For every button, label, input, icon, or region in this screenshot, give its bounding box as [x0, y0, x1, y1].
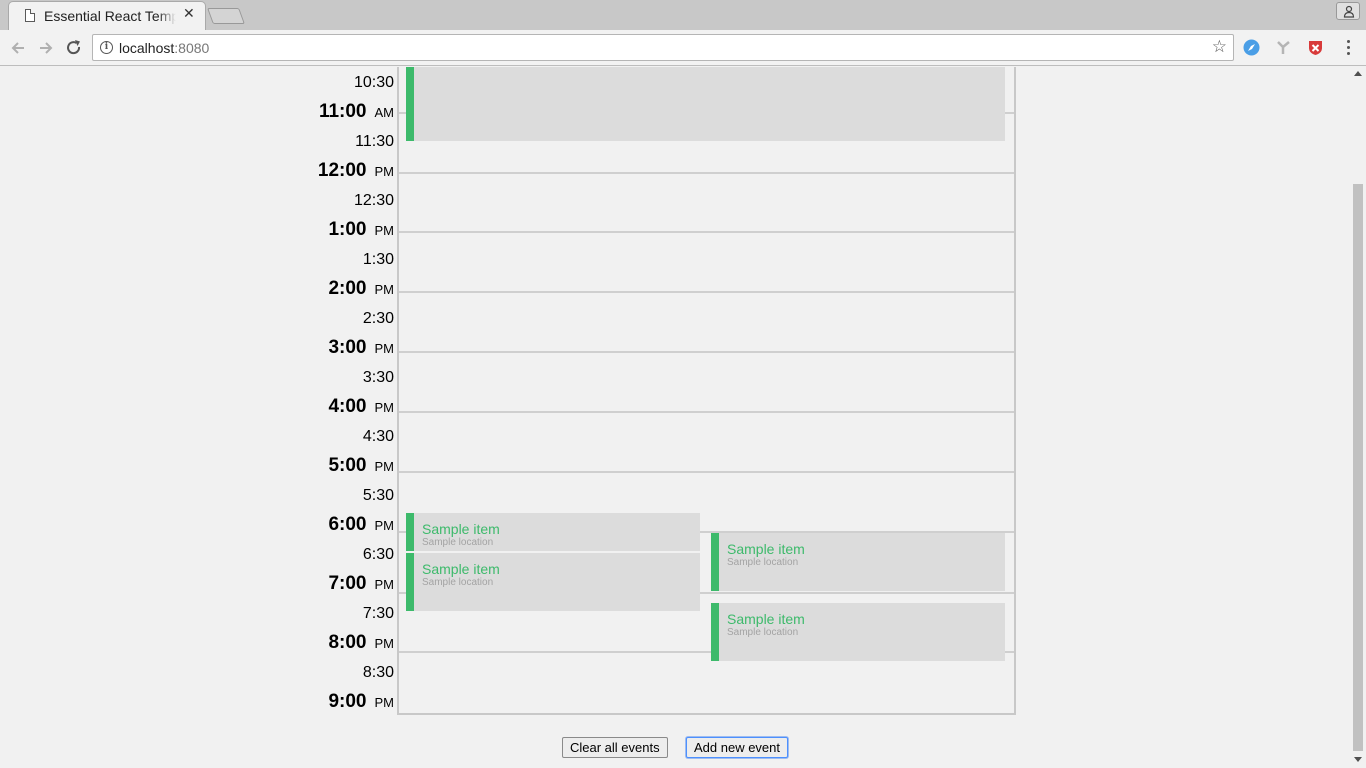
- hour-text: 4:00: [328, 395, 367, 417]
- info-icon[interactable]: i: [100, 41, 113, 54]
- hour-line: [399, 231, 1014, 233]
- tab-title: Essential React Template: [44, 8, 176, 24]
- half-hour-label: 12:30: [353, 192, 394, 209]
- hour-label: 2:00 PM: [328, 278, 394, 300]
- calendar-event[interactable]: Sample item Sample location: [406, 513, 700, 551]
- hour-label: 7:00 PM: [328, 573, 394, 595]
- period-text: PM: [374, 635, 395, 651]
- hour-line: [399, 172, 1014, 174]
- browser-menu-icon[interactable]: [1342, 39, 1354, 57]
- forward-icon[interactable]: [36, 38, 56, 58]
- time-column: 10:30 11:00 AM 11:30 12:00 PM 12:30 1:00 PM 1:30 2…: [300, 67, 396, 717]
- hour-text: 3:00: [328, 336, 367, 358]
- half-hour-label: 4:30: [362, 428, 394, 445]
- profile-button[interactable]: [1336, 2, 1360, 20]
- browser-toolbar: i localhost:8080 ☆: [0, 30, 1366, 66]
- reload-icon[interactable]: [64, 38, 84, 58]
- bookmark-star-icon[interactable]: ☆: [1212, 38, 1227, 56]
- hour-label: 8:00 PM: [328, 632, 394, 654]
- event-location: Sample location: [727, 627, 799, 638]
- calendar-event[interactable]: Sample item Sample location: [711, 603, 1005, 661]
- hour-text: 7:00: [328, 572, 367, 594]
- hour-text: 2:00: [328, 277, 367, 299]
- hour-label: 4:00 PM: [328, 396, 394, 418]
- hour-line: [399, 471, 1014, 473]
- hour-text: 1:00: [328, 218, 367, 240]
- period-text: PM: [374, 458, 395, 474]
- page-viewport: 10:30 11:00 AM 11:30 12:00 PM 12:30 1:00 PM 1:30 2…: [0, 67, 1366, 768]
- page-icon: [25, 9, 35, 22]
- half-hour-label: 2:30: [362, 310, 394, 327]
- close-tab-icon[interactable]: ✕: [183, 6, 195, 22]
- extension-tool-icon[interactable]: [1275, 39, 1292, 56]
- browser-tabstrip: Essential React Template ✕: [0, 0, 1366, 30]
- half-hour-label: 10:30: [353, 74, 394, 91]
- event-location: Sample location: [422, 537, 494, 548]
- hour-line: [399, 411, 1014, 413]
- clear-all-events-button[interactable]: Clear all events: [562, 737, 668, 758]
- hour-label: 5:00 PM: [328, 455, 394, 477]
- hour-text: 12:00: [317, 159, 367, 181]
- event-title: Sample item: [727, 611, 805, 627]
- period-text: PM: [374, 163, 395, 179]
- new-tab-button[interactable]: [207, 8, 245, 24]
- url-text: localhost:8080: [119, 40, 210, 56]
- half-hour-label: 1:30: [362, 251, 394, 268]
- event-title: Sample item: [422, 521, 500, 537]
- calendar-event[interactable]: Sample item Sample location: [406, 553, 700, 611]
- hour-text: 5:00: [328, 454, 367, 476]
- extension-compass-icon[interactable]: [1243, 39, 1260, 56]
- half-hour-label: 6:30: [362, 546, 394, 563]
- hour-text: 6:00: [328, 513, 367, 535]
- hour-line: [399, 351, 1014, 353]
- period-text: PM: [374, 694, 395, 710]
- add-new-event-button[interactable]: Add new event: [686, 737, 789, 758]
- half-hour-label: 3:30: [362, 369, 394, 386]
- vertical-scrollbar[interactable]: [1350, 67, 1366, 768]
- browser-tab[interactable]: Essential React Template ✕: [8, 1, 206, 30]
- half-hour-label: 8:30: [362, 664, 394, 681]
- event-title: Sample item: [727, 541, 805, 557]
- scroll-up-arrow-icon[interactable]: [1354, 71, 1362, 76]
- hour-label: 1:00 PM: [328, 219, 394, 241]
- half-hour-label: 11:30: [355, 133, 394, 150]
- scroll-down-arrow-icon[interactable]: [1354, 757, 1362, 762]
- hour-line: [399, 291, 1014, 293]
- hour-label: 3:00 PM: [328, 337, 394, 359]
- period-text: PM: [374, 281, 395, 297]
- hour-label: 11:00 AM: [319, 101, 394, 123]
- half-hour-label: 5:30: [362, 487, 394, 504]
- back-icon[interactable]: [8, 38, 28, 58]
- hour-label: 12:00 PM: [318, 160, 394, 182]
- calendar-event[interactable]: [406, 67, 1005, 141]
- event-location: Sample location: [422, 577, 494, 588]
- period-text: PM: [374, 222, 395, 238]
- period-text: PM: [374, 340, 395, 356]
- period-text: PM: [374, 517, 395, 533]
- period-text: AM: [374, 104, 395, 120]
- person-icon: [1343, 5, 1355, 18]
- event-location: Sample location: [727, 557, 799, 568]
- hour-text: 11:00: [318, 100, 367, 122]
- scrollbar-thumb[interactable]: [1353, 184, 1363, 751]
- address-bar[interactable]: i localhost:8080 ☆: [92, 34, 1234, 61]
- period-text: PM: [374, 399, 395, 415]
- period-text: PM: [374, 576, 395, 592]
- hour-label: 9:00 PM: [328, 691, 394, 713]
- calendar-event[interactable]: Sample item Sample location: [711, 533, 1005, 591]
- hour-text: 8:00: [328, 631, 367, 653]
- calendar-grid[interactable]: Sample item Sample location Sample item …: [397, 67, 1016, 715]
- hour-text: 9:00: [328, 690, 367, 712]
- event-title: Sample item: [422, 561, 500, 577]
- hour-label: 6:00 PM: [328, 514, 394, 536]
- extension-shield-icon[interactable]: [1307, 39, 1324, 56]
- half-hour-label: 7:30: [362, 605, 394, 622]
